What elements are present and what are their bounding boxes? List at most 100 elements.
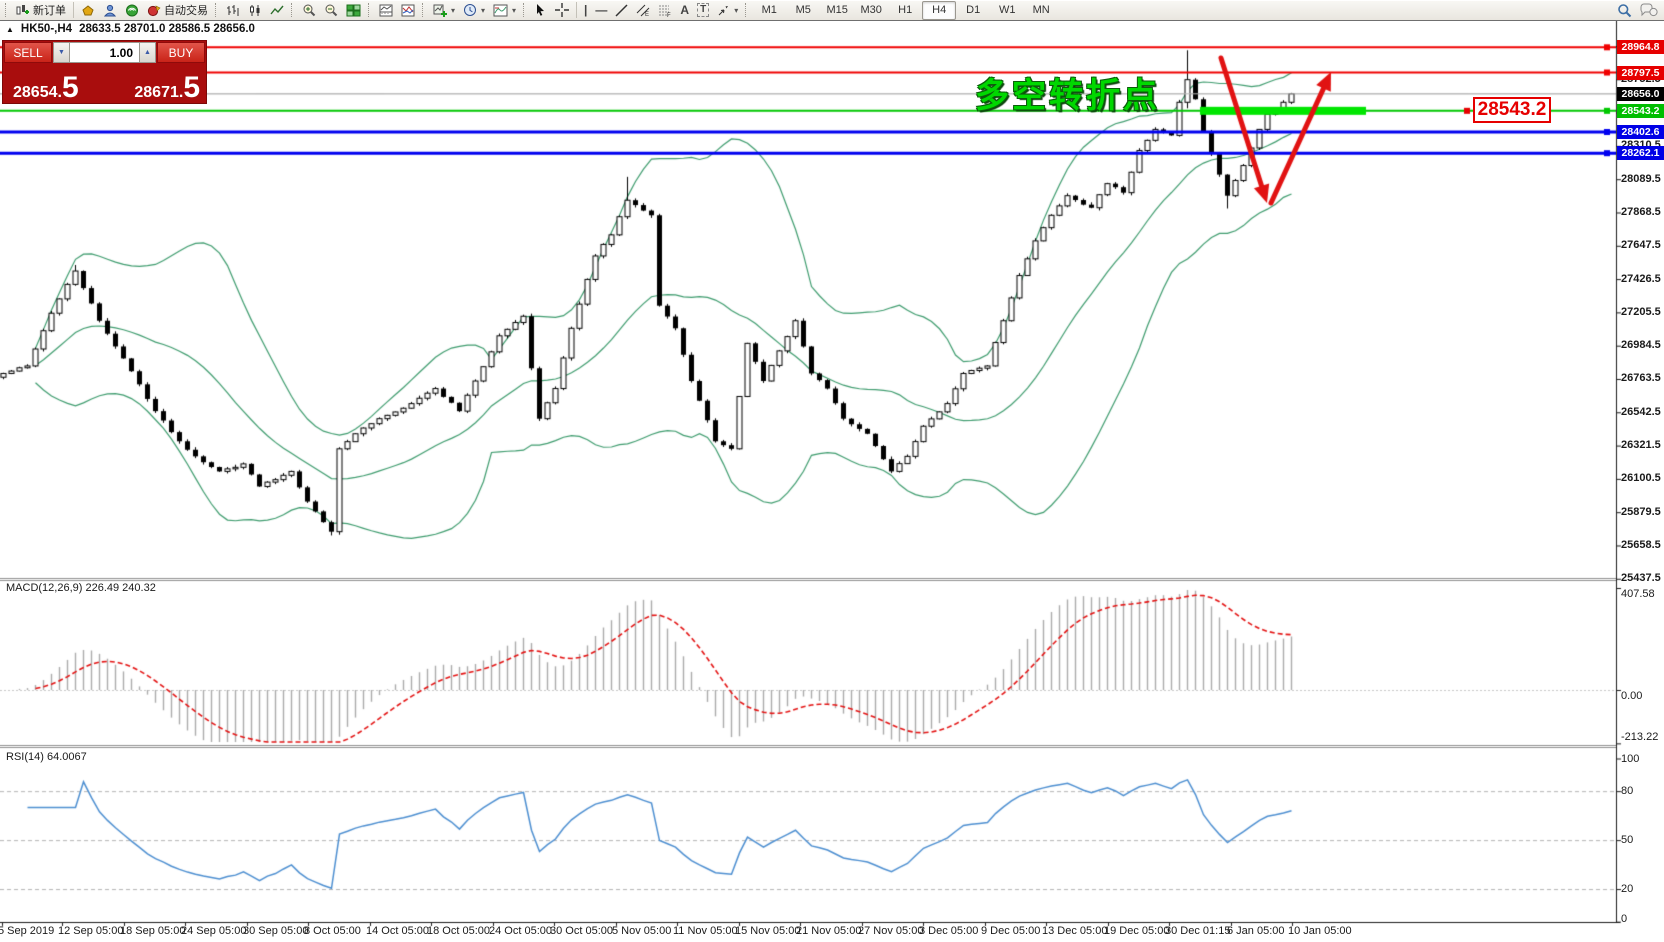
bar-chart-button[interactable] <box>222 0 244 20</box>
rsi-axis-tick: 50 <box>1621 834 1633 846</box>
template-icon <box>493 4 508 17</box>
ask-price-main: 28671. <box>134 85 183 103</box>
template-button[interactable]: ▾ <box>489 0 520 20</box>
signal-icon <box>125 4 139 17</box>
volume-increase-button[interactable]: ▲ <box>139 42 156 63</box>
timeframe-button-H4[interactable]: H4 <box>922 1 956 20</box>
timeframe-button-M5[interactable]: M5 <box>786 1 820 20</box>
new-order-icon <box>16 3 30 17</box>
timeframe-button-D1[interactable]: D1 <box>956 1 990 20</box>
trendline-tool[interactable] <box>611 0 632 20</box>
quote-header: ▲ HK50-,H4 28633.5 28701.0 28586.5 28656… <box>6 23 255 35</box>
candlestick-chart-icon <box>248 4 262 17</box>
top-toolbar: 新订单 自动交易 ▾ ▾ <box>0 0 1664 21</box>
zoom-out-button[interactable] <box>320 0 342 20</box>
buy-button[interactable]: BUY <box>157 42 205 63</box>
timeframe-button-MN[interactable]: MN <box>1024 1 1058 20</box>
zoom-out-icon <box>324 3 338 17</box>
rsi-axis-tick: 0 <box>1621 913 1627 925</box>
autotrade-label: 自动交易 <box>164 2 208 18</box>
price-tag-28797.5: 28797.5 <box>1617 66 1664 80</box>
timeframe-button-W1[interactable]: W1 <box>990 1 1024 20</box>
indicator-list-button[interactable] <box>397 0 419 20</box>
time-axis-label: 11 Nov 05:00 <box>673 925 738 937</box>
trendline-icon <box>615 4 628 17</box>
price-axis-tick: 28089.5 <box>1621 173 1661 185</box>
time-axis-label: 8 Oct 05:00 <box>304 925 361 937</box>
bar-chart-icon <box>226 4 240 17</box>
candlestick-chart-button[interactable] <box>244 0 266 20</box>
chevron-down-icon: ▾ <box>481 6 485 15</box>
chevron-down-icon: ▾ <box>451 6 455 15</box>
volume-input[interactable]: 1.00 <box>70 42 139 63</box>
chart-canvas[interactable] <box>0 0 1664 942</box>
crosshair-tool-button[interactable] <box>551 0 573 20</box>
time-axis-label: 30 Dec 01:15 <box>1165 925 1230 937</box>
macd-indicator-label: MACD(12,26,9) 226.49 240.32 <box>6 582 156 594</box>
time-axis-label: 10 Jan 05:00 <box>1288 925 1352 937</box>
collapse-triangle-icon[interactable]: ▲ <box>6 25 14 34</box>
rsi-axis-tick: 80 <box>1621 785 1633 797</box>
rsi-axis-tick: 100 <box>1621 753 1639 765</box>
text-tool[interactable]: A <box>676 0 693 20</box>
vertical-line-tool[interactable]: | <box>580 0 591 20</box>
line-chart-button[interactable] <box>266 0 288 20</box>
signals-button[interactable] <box>121 0 143 20</box>
toolbar-grip <box>5 3 9 17</box>
symbol-period-label: HK50-,H4 <box>21 23 72 35</box>
market-watch-button[interactable] <box>77 0 99 20</box>
search-icon[interactable] <box>1617 3 1632 18</box>
label-tool[interactable]: T <box>693 0 713 20</box>
fibonacci-tool[interactable]: F <box>654 0 676 20</box>
chat-icon[interactable] <box>1640 3 1658 17</box>
horizontal-line-tool[interactable]: — <box>591 0 611 20</box>
add-indicator-icon <box>433 3 447 17</box>
ask-price: 28671. 5 <box>134 73 200 103</box>
price-tag-28262.1: 28262.1 <box>1617 146 1664 160</box>
ohlc-values: 28633.5 28701.0 28586.5 28656.0 <box>79 23 255 35</box>
vertical-line-icon: | <box>584 4 587 16</box>
add-indicator-button[interactable]: ▾ <box>429 0 459 20</box>
cursor-tool-button[interactable] <box>530 0 551 20</box>
tile-windows-button[interactable] <box>342 0 365 20</box>
timeframe-button-M30[interactable]: M30 <box>854 1 888 20</box>
time-axis-label: 13 Dec 05:00 <box>1042 925 1107 937</box>
arrows-tool[interactable]: ▾ <box>713 0 742 20</box>
timeframe-button-H1[interactable]: H1 <box>888 1 922 20</box>
new-order-button[interactable]: 新订单 <box>12 0 70 20</box>
mt4-terminal: { "toolbar":{ "new_order_label":"新订单", "… <box>0 0 1664 942</box>
autotrade-icon <box>147 4 161 17</box>
expert-advisors-button[interactable] <box>99 0 121 20</box>
cursor-icon <box>534 3 547 17</box>
time-axis-label: 15 Nov 05:00 <box>735 925 800 937</box>
chevron-down-icon: ▾ <box>512 6 516 15</box>
period-button[interactable]: ▾ <box>459 0 489 20</box>
price-axis-tick: 27868.5 <box>1621 206 1661 218</box>
price-axis-tick: 25879.5 <box>1621 506 1661 518</box>
channel-tool[interactable]: E <box>632 0 654 20</box>
time-axis-label: 30 Oct 05:00 <box>550 925 613 937</box>
time-axis-label: 30 Sep 05:00 <box>243 925 308 937</box>
timeframe-button-M15[interactable]: M15 <box>820 1 854 20</box>
ask-price-big-digit: 5 <box>183 73 200 103</box>
timeframe-button-M1[interactable]: M1 <box>752 1 786 20</box>
autotrade-button[interactable]: 自动交易 <box>143 0 212 20</box>
sell-button[interactable]: SELL <box>4 42 52 63</box>
expert-advisor-icon <box>103 4 117 17</box>
time-axis-label: 6 Jan 05:00 <box>1227 925 1285 937</box>
chevron-down-icon: ▾ <box>734 6 738 15</box>
horizontal-line-icon: — <box>595 4 607 16</box>
indicator-window-icon <box>379 4 393 17</box>
time-axis-label: 27 Nov 05:00 <box>858 925 923 937</box>
time-axis-label: 5 Nov 05:00 <box>612 925 671 937</box>
text-tool-icon: A <box>680 4 689 16</box>
price-axis-tick: 26542.5 <box>1621 406 1661 418</box>
macd-axis-tick: 407.58 <box>1621 588 1655 600</box>
turning-point-annotation[interactable]: 多空转折点 <box>975 68 1160 117</box>
indicator-window-button[interactable] <box>375 0 397 20</box>
volume-decrease-button[interactable]: ▼ <box>53 42 70 63</box>
price-flag-label[interactable]: 28543.2 <box>1473 97 1551 123</box>
zoom-in-button[interactable] <box>298 0 320 20</box>
price-axis-tick: 27205.5 <box>1621 306 1661 318</box>
price-tag-28964.8: 28964.8 <box>1617 40 1664 54</box>
